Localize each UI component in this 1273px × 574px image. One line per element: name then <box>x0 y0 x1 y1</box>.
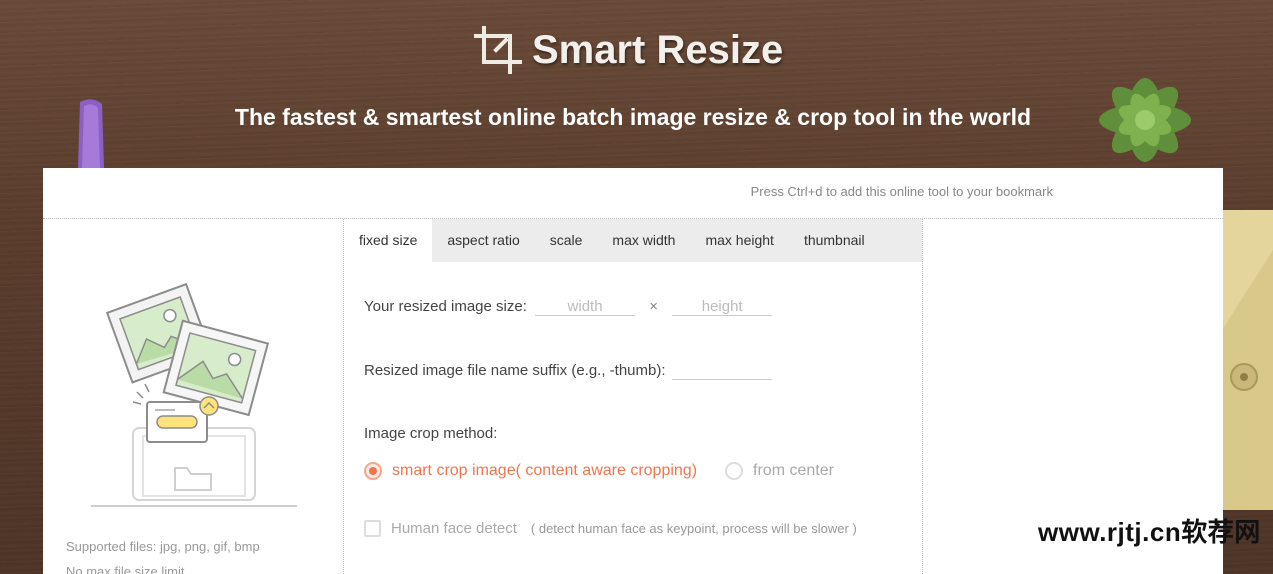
tab-aspect-ratio[interactable]: aspect ratio <box>432 219 534 262</box>
tagline: The fastest & smartest online batch imag… <box>234 104 1032 130</box>
file-size-limit: No max file size limit <box>66 564 185 574</box>
supported-formats: Supported files: jpg, png, gif, bmp <box>66 539 260 554</box>
header: Smart Resize The fastest & smartest onli… <box>0 0 1273 168</box>
app-name: Smart Resize <box>532 27 784 72</box>
radio-smart-crop-label: smart crop image( content aware cropping… <box>392 462 698 479</box>
size-label: Your resized image size: <box>364 298 527 315</box>
radio-from-center-label: from center <box>753 462 834 479</box>
face-detect-row: Human face detect ( detect human face as… <box>364 520 857 541</box>
height-input[interactable] <box>672 298 773 316</box>
suffix-label: Resized image file name suffix (e.g., -t… <box>364 362 666 379</box>
tab-scale[interactable]: scale <box>535 219 598 262</box>
face-detect-label: Human face detect <box>391 520 517 537</box>
radio-from-center[interactable]: from center <box>725 462 834 480</box>
radio-indicator <box>725 462 744 480</box>
radio-smart-crop[interactable]: smart crop image( content aware cropping… <box>364 462 697 480</box>
divider <box>343 219 344 574</box>
crop-icon <box>474 26 522 74</box>
suffix-row: Resized image file name suffix (e.g., -t… <box>364 362 772 380</box>
crop-method-options: smart crop image( content aware cropping… <box>364 462 834 480</box>
face-detect-checkbox[interactable] <box>364 520 381 537</box>
envelope-decoration <box>1222 210 1273 510</box>
divider <box>922 219 923 574</box>
suffix-input[interactable] <box>671 362 772 380</box>
radio-indicator <box>364 462 382 480</box>
times-sign: × <box>649 298 658 315</box>
logo[interactable]: Smart Resize <box>472 24 783 76</box>
tab-fixed-size[interactable]: fixed size <box>344 219 433 262</box>
tab-thumbnail[interactable]: thumbnail <box>789 219 880 262</box>
width-input[interactable] <box>535 298 636 316</box>
face-detect-hint: ( detect human face as keypoint, process… <box>530 521 857 536</box>
supported-files-info: Supported files: jpg, png, gif, bmp No m… <box>66 534 260 574</box>
upload-dropzone-illustration[interactable] <box>91 278 301 508</box>
bookmark-tip: Press Ctrl+d to add this online tool to … <box>750 184 1053 199</box>
size-row: Your resized image size: × <box>364 298 773 316</box>
tab-max-height[interactable]: max height <box>690 219 788 262</box>
site-watermark: www.rjtj.cn软荐网 <box>1038 517 1261 547</box>
crop-method-label: Image crop method: <box>364 425 498 442</box>
tab-max-width[interactable]: max width <box>597 219 690 262</box>
resize-mode-tabs: fixed size aspect ratio scale max width … <box>344 219 922 262</box>
